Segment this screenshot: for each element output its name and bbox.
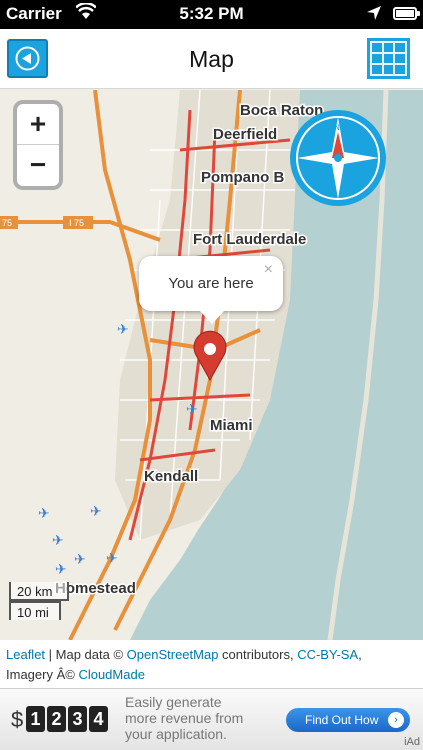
location-popup: You are here × [139, 256, 283, 324]
nav-bar: Map [0, 29, 423, 89]
cta-label: Find Out How [305, 713, 379, 727]
page-title: Map [189, 46, 234, 72]
grid-cell [383, 54, 394, 63]
airplane-icon: ✈ [117, 322, 129, 338]
leaflet-link[interactable]: Leaflet [6, 647, 45, 662]
ad-digit: 1 [26, 706, 45, 732]
popup-text: You are here [168, 275, 254, 292]
zoom-out-button[interactable]: − [17, 145, 59, 186]
map-scale: 20 km 10 mi [9, 582, 69, 620]
airplane-icon: ✈ [38, 506, 50, 522]
osm-link[interactable]: OpenStreetMap [127, 647, 219, 662]
ad-text: Easily generate more revenue from your a… [125, 694, 243, 742]
cloudmade-link[interactable]: CloudMade [78, 667, 145, 682]
airplane-icon: ✈ [186, 402, 198, 418]
popup-close-button[interactable]: × [264, 261, 273, 279]
license-link[interactable]: CC-BY-SA [297, 647, 358, 662]
attribution-text: , [358, 647, 362, 662]
grid-cell [383, 43, 394, 52]
status-time: 5:32 PM [179, 4, 244, 23]
app-screen: Carrier 5:32 PM Map 75 I 75 Boca Raton D… [0, 0, 423, 750]
airplane-icon: ✈ [55, 562, 67, 578]
grid-cell [395, 43, 405, 52]
ad-digits: 1 2 3 4 [26, 706, 108, 732]
highway-label: I 75 [69, 218, 84, 228]
map-view[interactable]: 75 I 75 Boca Raton Deerfield Pompano B F… [0, 90, 423, 640]
airplane-icon: ✈ [90, 504, 102, 520]
location-arrow-icon [367, 6, 381, 20]
grid-cell [395, 54, 405, 63]
grid-cell [383, 65, 394, 74]
map-attribution: Leaflet | Map data © OpenStreetMap contr… [0, 640, 423, 688]
airplane-icon: ✈ [74, 552, 86, 568]
grid-menu-icon [372, 43, 382, 52]
attribution-text: Imagery Â© [6, 667, 79, 682]
city-label-pompano: Pompano B [201, 169, 285, 186]
compass-icon: N [290, 110, 386, 206]
scale-km: 20 km [9, 582, 69, 601]
grid-cell [395, 65, 405, 74]
airplane-icon: ✈ [52, 533, 64, 549]
battery-icon [393, 7, 420, 20]
grid-cell [372, 54, 382, 63]
grid-cell [372, 65, 382, 74]
ad-digit: 4 [89, 706, 108, 732]
zoom-in-button[interactable]: + [17, 104, 59, 145]
city-label-miami: Miami [210, 417, 253, 434]
status-bar: Carrier 5:32 PM [0, 0, 423, 29]
attribution-text: contributors, [218, 647, 298, 662]
svg-text:N: N [334, 123, 340, 132]
scale-mi: 10 mi [9, 601, 61, 620]
chevron-right-icon: › [388, 712, 404, 728]
grid-menu-button[interactable] [367, 38, 410, 79]
attribution-text: | Map data © [45, 647, 127, 662]
city-label-deerfield: Deerfield [213, 126, 277, 143]
iad-label: iAd [404, 736, 420, 748]
city-label-kendall: Kendall [144, 468, 198, 485]
find-out-how-button[interactable]: Find Out How › [286, 708, 410, 732]
city-label-boca-raton: Boca Raton [240, 102, 323, 119]
ad-line-1: Easily generate [125, 694, 222, 710]
ad-banner[interactable]: $ 1 2 3 4 Easily generate more revenue f… [0, 688, 423, 750]
highway-label-left: 75 [2, 218, 12, 228]
ad-digit: 2 [47, 706, 66, 732]
airplane-icon: ✈ [106, 551, 118, 567]
ad-line-3: your application. [125, 726, 227, 742]
ad-line-2: more revenue from [125, 710, 244, 726]
zoom-control: + − [13, 100, 63, 190]
map-tiles[interactable]: 75 I 75 Boca Raton Deerfield Pompano B F… [0, 90, 423, 640]
ad-dollar: $ [11, 707, 24, 732]
city-label-fort-lauderdale: Fort Lauderdale [193, 231, 306, 248]
ad-digit: 3 [68, 706, 87, 732]
